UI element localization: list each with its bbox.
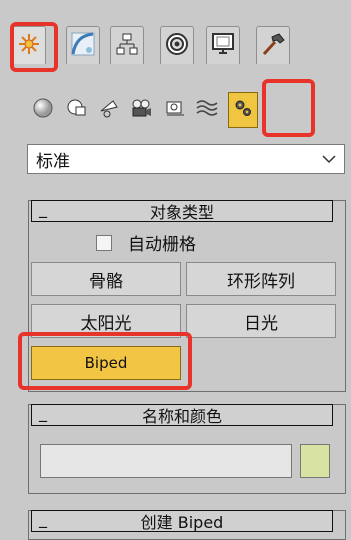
collapse-icon: _ [39, 403, 47, 422]
shapes-icon [66, 97, 88, 123]
sub-geometry[interactable] [28, 92, 58, 128]
object-type-header[interactable]: _ 对象类型 [31, 199, 333, 222]
utilities-hammer-icon [260, 31, 286, 61]
create-biped-header[interactable]: _ 创建 Biped [31, 509, 333, 532]
camera-icon [130, 97, 152, 123]
create-tab-highlight [10, 22, 58, 72]
sub-shapes[interactable] [62, 92, 92, 128]
sub-helpers[interactable] [160, 92, 190, 128]
autogrid-checkbox[interactable] [96, 234, 112, 251]
display-monitor-icon [210, 31, 236, 61]
object-name-input[interactable] [40, 444, 292, 478]
systems-highlight [262, 79, 315, 137]
autogrid-row[interactable]: 自动栅格 [96, 230, 196, 255]
modify-curve-icon [70, 31, 96, 61]
bones-button[interactable]: 骨骼 [31, 262, 181, 296]
tab-utilities[interactable] [256, 26, 290, 64]
tab-display[interactable] [206, 26, 240, 64]
space-warp-icon [195, 97, 219, 123]
sub-space-warps[interactable] [192, 92, 222, 128]
collapse-icon: _ [39, 199, 47, 218]
light-icon [98, 97, 120, 123]
collapse-icon: _ [39, 509, 47, 528]
object-type-title: 对象类型 [149, 203, 214, 222]
biped-highlight [18, 332, 192, 390]
sub-cameras[interactable] [126, 92, 156, 128]
name-color-header[interactable]: _ 名称和颜色 [31, 403, 333, 426]
ring-array-button[interactable]: 环形阵列 [186, 262, 336, 296]
chevron-down-icon [322, 149, 336, 169]
tab-hierarchy[interactable] [110, 26, 144, 64]
dropdown-value: 标准 [36, 151, 70, 172]
sub-systems[interactable] [228, 92, 258, 128]
tab-modify[interactable] [66, 26, 100, 64]
hierarchy-icon [115, 32, 139, 60]
object-color-swatch[interactable] [300, 444, 330, 478]
name-color-title: 名称和颜色 [141, 407, 222, 426]
sub-lights[interactable] [94, 92, 124, 128]
create-biped-title: 创建 Biped [140, 513, 224, 532]
command-panel-tabs [0, 0, 351, 86]
daylight-button[interactable]: 日光 [186, 304, 336, 338]
sphere-icon [32, 97, 54, 123]
autogrid-label: 自动栅格 [128, 235, 196, 255]
tab-motion[interactable] [160, 26, 194, 64]
helpers-icon [164, 97, 186, 123]
systems-gears-icon [232, 97, 254, 123]
motion-icon [164, 31, 190, 61]
category-dropdown[interactable]: 标准 [27, 144, 345, 174]
